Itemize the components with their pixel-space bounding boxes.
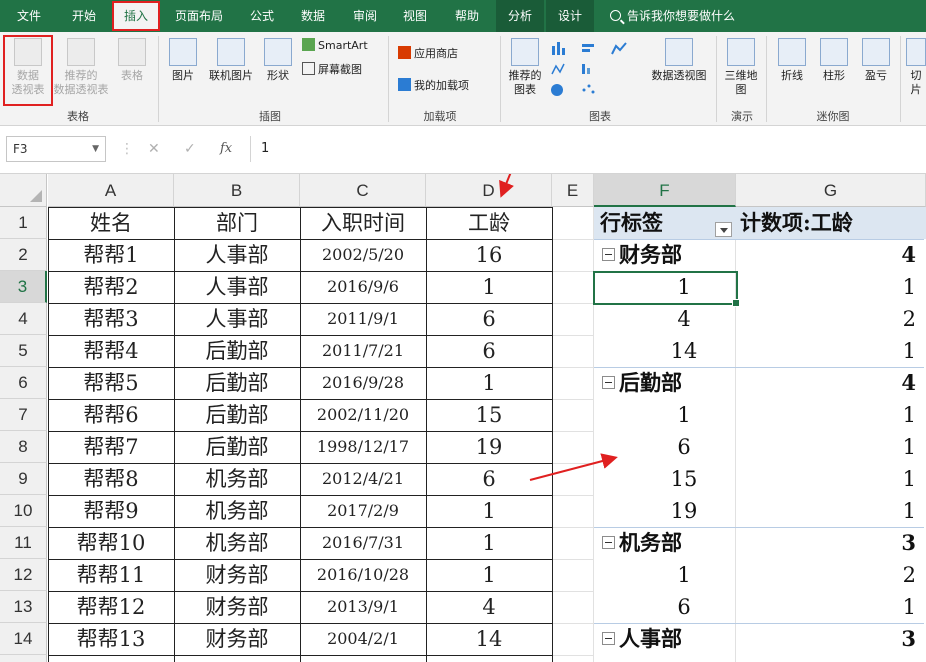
sparkline-winloss-label: 盈亏 xyxy=(865,69,887,82)
ribbon-separator xyxy=(388,36,389,122)
formula-bar: F3 ▼ ⋮ ✕ ✓ fx 1 xyxy=(0,126,926,174)
pivot-chart-label: 数据透视图 xyxy=(651,69,707,82)
group-sparklines-label: 迷你图 xyxy=(816,110,850,123)
smartart-icon xyxy=(302,38,315,51)
ribbon-separator xyxy=(158,36,159,122)
globe-icon xyxy=(727,38,755,66)
annotation-arrows xyxy=(499,174,618,481)
slicer-icon xyxy=(906,38,926,66)
cancel-icon[interactable]: ✕ xyxy=(148,136,160,162)
picture-label: 图片 xyxy=(172,69,194,82)
group-tables-label: 表格 xyxy=(67,110,89,123)
tab-page-layout[interactable]: 页面布局 xyxy=(166,0,232,32)
tab-design[interactable]: 设计 xyxy=(546,0,594,32)
app-store-label: 应用商店 xyxy=(414,47,458,60)
name-box[interactable]: F3 ▼ xyxy=(6,136,106,162)
sparkline-winloss-button[interactable]: 盈亏 xyxy=(858,38,894,83)
pivot-table-label-1: 数据 xyxy=(17,69,39,82)
slicer-label: 切片 xyxy=(910,69,922,96)
tab-insert[interactable]: 插入 xyxy=(112,1,160,31)
group-tours-label: 演示 xyxy=(731,110,753,123)
smartart-label: SmartArt xyxy=(318,39,368,52)
my-addins-button[interactable]: 我的加载项 xyxy=(398,78,469,93)
tell-me-search[interactable]: 告诉我你想要做什么 xyxy=(610,0,735,32)
more-icon: ⋮ xyxy=(120,141,134,157)
chart-types-icon xyxy=(551,42,627,96)
sparkline-column-icon xyxy=(820,38,848,66)
recommended-pivot-button[interactable]: 推荐的 数据透视表 xyxy=(50,38,112,97)
pivot-chart-icon xyxy=(665,38,693,66)
search-icon xyxy=(610,10,621,21)
recommended-charts-label-1: 推荐的 xyxy=(508,69,542,82)
app-store-button[interactable]: 应用商店 xyxy=(398,46,458,61)
tab-review[interactable]: 审阅 xyxy=(342,0,388,32)
enter-icon[interactable]: ✓ xyxy=(184,136,196,162)
tab-help[interactable]: 帮助 xyxy=(444,0,490,32)
group-addins-label: 加载项 xyxy=(423,110,457,123)
pivot-table-icon xyxy=(14,38,42,66)
tab-data[interactable]: 数据 xyxy=(290,0,336,32)
arrow-to-column-d xyxy=(499,174,514,198)
tab-formulas[interactable]: 公式 xyxy=(240,0,284,32)
screenshot-icon xyxy=(302,62,315,75)
ribbon-tab-bar: 文件 开始 插入 页面布局 公式 数据 审阅 视图 帮助 分析 设计 告诉我你想… xyxy=(0,0,926,32)
map3d-label-2: 图 xyxy=(735,83,747,96)
ribbon: 数据 透视表 推荐的 数据透视表 表格 表格 图片 联机图片 形状 SmartA… xyxy=(0,32,926,126)
tab-file[interactable]: 文件 xyxy=(6,0,52,32)
chevron-down-icon[interactable]: ▼ xyxy=(92,137,99,161)
insert-function-icon[interactable]: fx xyxy=(220,136,232,162)
map3d-button[interactable]: 三维地 图 xyxy=(720,38,762,97)
online-picture-label: 联机图片 xyxy=(209,69,253,82)
ribbon-separator xyxy=(766,36,767,122)
sparkline-line-button[interactable]: 折线 xyxy=(774,38,810,83)
recommended-charts-button[interactable]: 推荐的 图表 xyxy=(504,38,546,97)
pivot-chart-button[interactable]: 数据透视图 xyxy=(646,38,712,83)
group-charts-label: 图表 xyxy=(589,110,611,123)
tab-analyze[interactable]: 分析 xyxy=(496,0,544,32)
formula-input[interactable]: 1 xyxy=(250,136,920,162)
picture-button[interactable]: 图片 xyxy=(166,38,200,83)
ribbon-separator xyxy=(716,36,717,122)
sparkline-column-button[interactable]: 柱形 xyxy=(816,38,852,83)
picture-icon xyxy=(169,38,197,66)
shapes-label: 形状 xyxy=(267,69,289,82)
arrow-to-pivot-table xyxy=(529,453,618,481)
recommended-pivot-label-1: 推荐的 xyxy=(64,69,98,82)
screenshot-label: 屏幕截图 xyxy=(318,63,362,76)
group-illustrations-label: 插图 xyxy=(259,110,281,123)
sparkline-line-label: 折线 xyxy=(781,69,803,82)
slicer-button[interactable]: 切片 xyxy=(906,38,926,97)
sparkline-column-label: 柱形 xyxy=(823,69,845,82)
worksheet-grid: ABCDEFG 1 2 3 4 5 6 7 8 9 10 11 12 13 14 姓名 部门 入职时间 工龄 帮帮… xyxy=(0,174,926,662)
smartart-button[interactable]: SmartArt xyxy=(302,38,368,53)
tell-me-label: 告诉我你想要做什么 xyxy=(627,9,736,23)
ribbon-separator xyxy=(500,36,501,122)
online-picture-icon xyxy=(217,38,245,66)
sparkline-line-icon xyxy=(778,38,806,66)
recommended-pivot-icon xyxy=(67,38,95,66)
ribbon-separator xyxy=(900,36,901,122)
tab-view[interactable]: 视图 xyxy=(392,0,438,32)
shapes-button[interactable]: 形状 xyxy=(262,38,294,83)
recommended-charts-label-2: 图表 xyxy=(514,83,536,96)
my-addins-label: 我的加载项 xyxy=(414,79,469,92)
pivot-table-label-2: 透视表 xyxy=(11,83,45,96)
map3d-label-1: 三维地 xyxy=(724,69,758,82)
tab-home[interactable]: 开始 xyxy=(58,0,110,32)
table-icon xyxy=(118,38,146,66)
sparkline-winloss-icon xyxy=(862,38,890,66)
table-label: 表格 xyxy=(121,69,143,82)
chart-type-gallery[interactable] xyxy=(548,40,638,100)
table-button[interactable]: 表格 xyxy=(114,38,150,83)
name-box-value: F3 xyxy=(13,142,28,156)
store-icon xyxy=(398,46,411,59)
pivot-table-button[interactable]: 数据 透视表 xyxy=(4,38,52,97)
recommended-charts-icon xyxy=(511,38,539,66)
addins-icon xyxy=(398,78,411,91)
recommended-pivot-label-2: 数据透视表 xyxy=(53,83,109,96)
shapes-icon xyxy=(264,38,292,66)
online-picture-button[interactable]: 联机图片 xyxy=(204,38,258,83)
screenshot-button[interactable]: 屏幕截图 xyxy=(302,62,362,77)
